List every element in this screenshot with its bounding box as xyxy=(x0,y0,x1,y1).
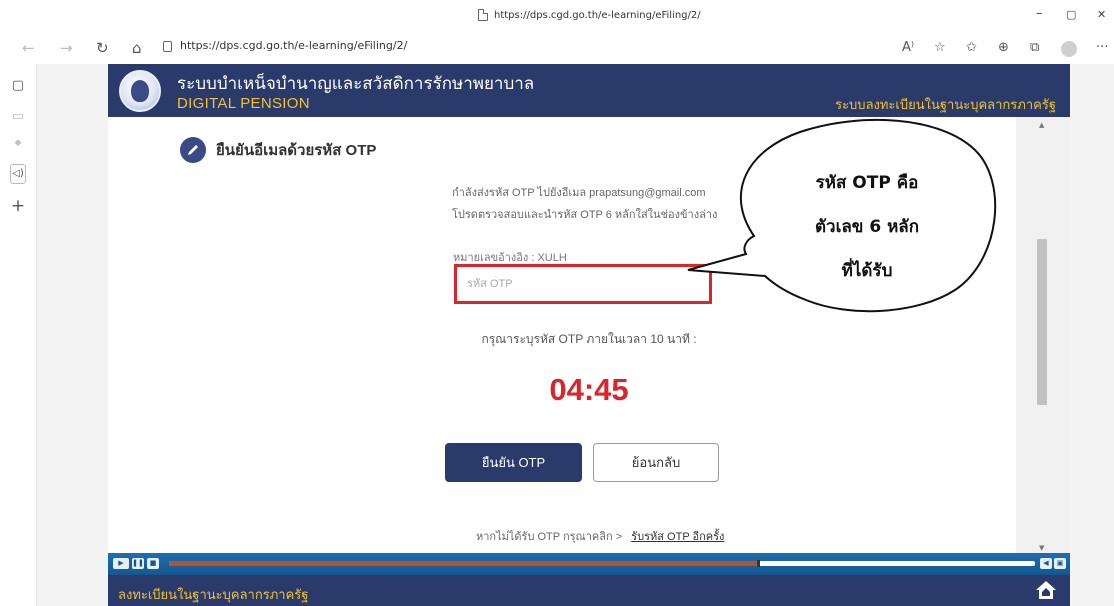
refresh-icon[interactable]: ↻ xyxy=(96,39,109,57)
address-bar[interactable]: https://dps.cgd.go.th/e-learning/eFiling… xyxy=(163,39,407,52)
page-icon xyxy=(478,9,488,21)
resend-row: หากไม่ได้รับ OTP กรุณาคลิก > รับรหัส OTP… xyxy=(476,527,724,545)
window-title-bar: https://dps.cgd.go.th/e-learning/eFiling… xyxy=(0,0,1114,32)
fullscreen-icon[interactable]: ▣ xyxy=(1054,558,1066,569)
progress-handle[interactable] xyxy=(756,560,760,567)
header-section-label: ระบบลงทะเบียนในฐานะบุคลากรภาครัฐ xyxy=(835,97,1056,112)
content-scrollbar[interactable]: ▲ ▼ xyxy=(1016,117,1070,553)
add-favorite-icon[interactable]: ☆ xyxy=(934,40,946,55)
stop-icon[interactable]: ■ xyxy=(147,558,159,569)
play-icon[interactable]: ▶ xyxy=(113,558,129,569)
close-button[interactable]: ✕ xyxy=(1097,8,1106,21)
progress-fill xyxy=(169,561,758,566)
page-icon-sidebar[interactable]: ▭ xyxy=(10,109,26,124)
back-arrow-icon[interactable]: ← xyxy=(22,39,35,57)
extensions-icon[interactable]: ⧉ xyxy=(1030,40,1039,55)
confirm-otp-button[interactable]: ยืนยัน OTP xyxy=(445,443,582,482)
department-logo xyxy=(119,70,161,112)
pause-icon[interactable]: ❚❚ xyxy=(132,558,144,569)
profile-avatar[interactable] xyxy=(1061,41,1077,57)
footer-text: ลงทะเบียนในฐานะบุคลากรภาครัฐ xyxy=(118,587,309,602)
resend-prompt: หากไม่ได้รับ OTP กรุณาคลิก > xyxy=(476,531,623,543)
tabs-icon[interactable]: ▢ xyxy=(10,78,26,93)
course-header: ระบบบำเหน็จบำนาญและสวัสดิการรักษาพยาบาล … xyxy=(108,64,1070,117)
more-menu-icon[interactable]: ··· xyxy=(1096,40,1108,55)
minimize-button[interactable]: – xyxy=(1036,6,1043,21)
otp-input[interactable] xyxy=(454,264,712,304)
player-control-bar: ▶ ❚❚ ■ ◀ ▣ xyxy=(108,553,1070,575)
lock-icon xyxy=(163,41,172,52)
course-footer: ลงทะเบียนในฐานะบุคลากรภาครัฐ xyxy=(108,575,1070,606)
read-aloud-icon[interactable]: A⁾ xyxy=(902,40,914,55)
scroll-up-icon[interactable]: ▲ xyxy=(1039,121,1044,129)
window-title: https://dps.cgd.go.th/e-learning/eFiling… xyxy=(478,9,701,21)
collections-icon[interactable]: ⊕ xyxy=(998,40,1009,55)
course-frame: ระบบบำเหน็จบำนาญและสวัสดิการรักษาพยาบาล … xyxy=(108,64,1070,606)
forward-arrow-icon[interactable]: → xyxy=(60,39,73,57)
pencil-icon xyxy=(180,137,206,163)
otp-content-panel: ยืนยันอีเมลด้วยรหัส OTP กำลังส่งรหัส OTP… xyxy=(108,117,1070,553)
browser-sidebar: ▢ ▭ ◆ ◁) + xyxy=(0,64,37,606)
browser-toolbar: ← → ↻ ⌂ https://dps.cgd.go.th/e-learning… xyxy=(0,32,1114,64)
favorites-icon[interactable]: ✩ xyxy=(966,40,977,55)
resend-otp-link[interactable]: รับรหัส OTP อีกครั้ง xyxy=(631,531,724,543)
otp-instruction: โปรดตรวจสอบและนำรหัส OTP 6 หลักใส่ในช่อง… xyxy=(452,209,718,221)
scroll-down-icon[interactable]: ▼ xyxy=(1039,544,1044,552)
otp-sent-message: กำลังส่งรหัส OTP ไปยังอีเมล prapatsung@g… xyxy=(452,187,706,199)
back-button[interactable]: ย้อนกลับ xyxy=(593,443,719,482)
timer-label: กรุณาระบุรหัส OTP ภายในเวลา 10 นาที : xyxy=(481,332,697,346)
page-viewport: ระบบบำเหน็จบำนาญและสวัสดิการรักษาพยาบาล … xyxy=(37,64,1114,606)
course-title: ระบบบำเหน็จบำนาญและสวัสดิการรักษาพยาบาล xyxy=(177,74,535,93)
restore-button[interactable]: ▢ xyxy=(1066,8,1076,21)
course-subtitle: DIGITAL PENSION xyxy=(177,95,310,112)
countdown-timer: 04:45 xyxy=(549,372,629,407)
window-title-text: https://dps.cgd.go.th/e-learning/eFiling… xyxy=(494,9,701,21)
progress-track[interactable] xyxy=(169,560,1035,567)
add-sidebar-icon[interactable]: + xyxy=(10,196,26,216)
scroll-thumb[interactable] xyxy=(1037,239,1047,405)
read-aloud-sidebar-icon[interactable]: ◁) xyxy=(10,164,26,184)
heading-text: ยืนยันอีเมลด้วยรหัส OTP xyxy=(216,142,377,159)
section-heading: ยืนยันอีเมลด้วยรหัส OTP xyxy=(180,137,376,163)
home-nav-icon[interactable]: ⌂ xyxy=(132,39,142,57)
volume-icon[interactable]: ◀ xyxy=(1040,558,1052,569)
shield-icon[interactable]: ◆ xyxy=(10,138,26,148)
address-url[interactable]: https://dps.cgd.go.th/e-learning/eFiling… xyxy=(180,39,407,52)
home-icon[interactable] xyxy=(1035,580,1057,600)
